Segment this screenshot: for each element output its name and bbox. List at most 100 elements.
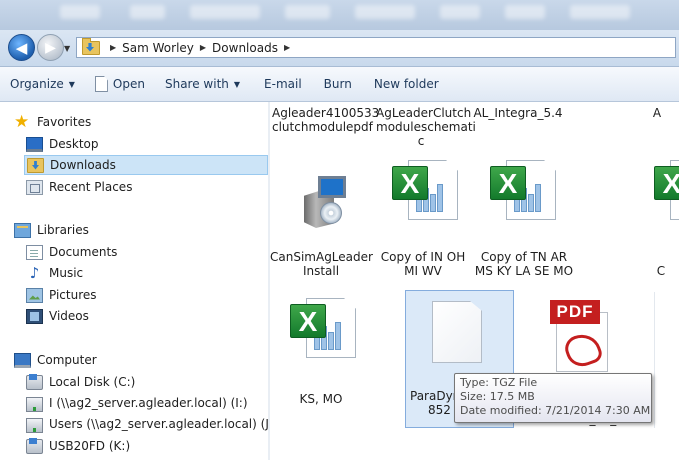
nav-recent-places[interactable]: Recent Places <box>26 177 132 197</box>
share-with-label: Share with <box>164 77 229 91</box>
file-item-ks-mo[interactable]: X KS, MO <box>278 292 364 412</box>
nav-label: Videos <box>49 309 89 323</box>
open-button[interactable]: Open <box>85 76 155 92</box>
file-item-copy-in-oh[interactable]: X Copy of IN OH MI WV <box>380 154 466 290</box>
email-button[interactable]: E-mail <box>250 77 312 91</box>
videos-icon <box>26 308 43 324</box>
navigation-pane: ★ Favorites Desktop Downloads Recent Plac… <box>0 102 268 460</box>
file-info-tooltip: Type: TGZ File Size: 17.5 MB Date modifi… <box>454 373 652 423</box>
blurred-menu <box>355 5 415 19</box>
file-item[interactable]: Agleader4100533 clutchmodulepdf <box>272 106 380 134</box>
nav-drive-k[interactable]: USB20FD (K:) <box>26 436 130 456</box>
excel-icon: X <box>290 298 356 360</box>
file-item-cansim[interactable]: CanSimAgLeader Install <box>270 154 373 290</box>
file-item-copy-tn-ar[interactable]: X Copy of TN AR MS KY LA SE MO <box>475 154 573 290</box>
chevron-right-icon[interactable]: ▶ <box>110 43 116 52</box>
file-item[interactable]: AL_Integra_5.4 <box>470 106 566 120</box>
blurred-menu <box>505 5 545 19</box>
blank-file-icon <box>432 301 482 363</box>
file-name-line: AgLeaderClutch <box>376 106 472 120</box>
file-name-line: Copy of IN OH <box>380 250 466 264</box>
documents-icon <box>26 244 43 260</box>
nav-label: Libraries <box>37 223 89 237</box>
file-name-line: A <box>652 106 662 120</box>
file-name-line: C <box>656 264 666 278</box>
tooltip-date-modified: Date modified: 7/21/2014 7:30 AM <box>460 404 651 417</box>
nav-label: Favorites <box>37 115 92 129</box>
breadcrumb-downloads[interactable]: Downloads <box>212 41 278 55</box>
nav-pictures[interactable]: Pictures <box>26 285 97 305</box>
excel-icon: X <box>392 160 458 222</box>
new-folder-button[interactable]: New folder <box>362 77 449 91</box>
file-name-line: Copy of TN AR <box>480 250 568 264</box>
excel-icon: X <box>654 160 679 222</box>
blurred-menu <box>285 5 330 19</box>
blurred-menu <box>130 5 165 19</box>
file-item-partial[interactable] <box>654 292 679 428</box>
nav-label: Downloads <box>50 158 116 172</box>
nav-local-disk[interactable]: Local Disk (C:) <box>26 372 135 392</box>
nav-downloads[interactable]: Downloads <box>24 155 268 175</box>
recent-places-icon <box>26 179 43 195</box>
chevron-right-icon[interactable]: ▶ <box>200 43 206 52</box>
nav-drive-i[interactable]: I (\\ag2_server.agleader.local) (I:) <box>26 393 248 413</box>
arrow-right-icon: ▶ <box>45 39 56 56</box>
music-icon: ♪ <box>29 263 40 282</box>
file-item[interactable]: AgLeaderClutch moduleschemati c <box>376 106 476 148</box>
nav-documents[interactable]: Documents <box>26 242 117 262</box>
desktop-icon <box>26 136 43 152</box>
nav-label: Recent Places <box>49 180 133 194</box>
nav-desktop[interactable]: Desktop <box>26 134 99 154</box>
tooltip-type: Type: TGZ File <box>460 376 538 389</box>
nav-computer[interactable]: Computer <box>14 350 97 370</box>
nav-music[interactable]: ♪ Music <box>26 263 83 283</box>
nav-label: Computer <box>37 353 97 367</box>
new-folder-label: New folder <box>373 77 439 91</box>
blurred-menu <box>440 5 480 19</box>
nav-label: Pictures <box>49 288 97 302</box>
downloads-folder-icon <box>27 157 44 173</box>
nav-label: I (\\ag2_server.agleader.local) (I:) <box>49 396 248 410</box>
document-icon <box>94 76 108 92</box>
arrow-left-icon: ◀ <box>15 38 28 57</box>
history-dropdown-icon[interactable]: ▼ <box>64 44 70 53</box>
chevron-down-icon: ▼ <box>233 79 241 89</box>
breadcrumb-user[interactable]: Sam Worley <box>122 41 194 55</box>
chevron-right-icon[interactable]: ▶ <box>284 43 290 52</box>
nav-favorites[interactable]: ★ Favorites <box>14 112 91 132</box>
address-bar[interactable]: ▶ Sam Worley ▶ Downloads ▶ <box>76 37 676 58</box>
file-name-line: Agleader4100533 <box>272 106 380 120</box>
nav-label: USB20FD (K:) <box>49 439 131 453</box>
email-label: E-mail <box>264 77 302 91</box>
blurred-menu <box>570 5 630 19</box>
window-title-bar <box>0 0 679 30</box>
file-name-line: clutchmodulepdf <box>272 120 373 134</box>
pdf-icon: PDF <box>550 300 620 380</box>
command-toolbar: Organize ▼ Open Share with ▼ E-mail Burn N… <box>0 67 679 102</box>
forward-button[interactable]: ▶ <box>37 34 64 61</box>
nav-label: Documents <box>49 245 118 259</box>
chevron-down-icon: ▼ <box>68 79 75 89</box>
back-button[interactable]: ◀ <box>8 34 35 61</box>
share-with-button[interactable]: Share with ▼ <box>155 77 250 91</box>
file-name-line: c <box>417 134 425 148</box>
nav-drive-j[interactable]: Users (\\ag2_server.agleader.local) (J: <box>26 414 268 434</box>
tooltip-size: Size: 17.5 MB <box>460 390 535 403</box>
organize-label: Organize <box>10 77 64 91</box>
organize-button[interactable]: Organize ▼ <box>0 77 85 91</box>
nav-videos[interactable]: Videos <box>26 306 89 326</box>
file-name-line: MI WV <box>404 264 442 278</box>
file-item[interactable]: A <box>650 106 664 120</box>
computer-icon <box>14 352 31 368</box>
local-disk-icon <box>26 373 43 390</box>
blurred-menu <box>60 5 100 19</box>
nav-libraries[interactable]: Libraries <box>14 220 89 240</box>
blurred-menu <box>190 5 260 19</box>
file-item-partial[interactable]: X C <box>654 154 679 290</box>
nav-label: Users (\\ag2_server.agleader.local) (J: <box>49 417 268 431</box>
file-name-line: AL_Integra_5.4 <box>473 106 563 120</box>
burn-button[interactable]: Burn <box>312 77 362 91</box>
installer-icon <box>300 172 350 232</box>
open-label: Open <box>112 77 145 91</box>
address-bar-area: ◀ ▶ ▼ ▶ Sam Worley ▶ Downloads ▶ <box>0 30 679 67</box>
